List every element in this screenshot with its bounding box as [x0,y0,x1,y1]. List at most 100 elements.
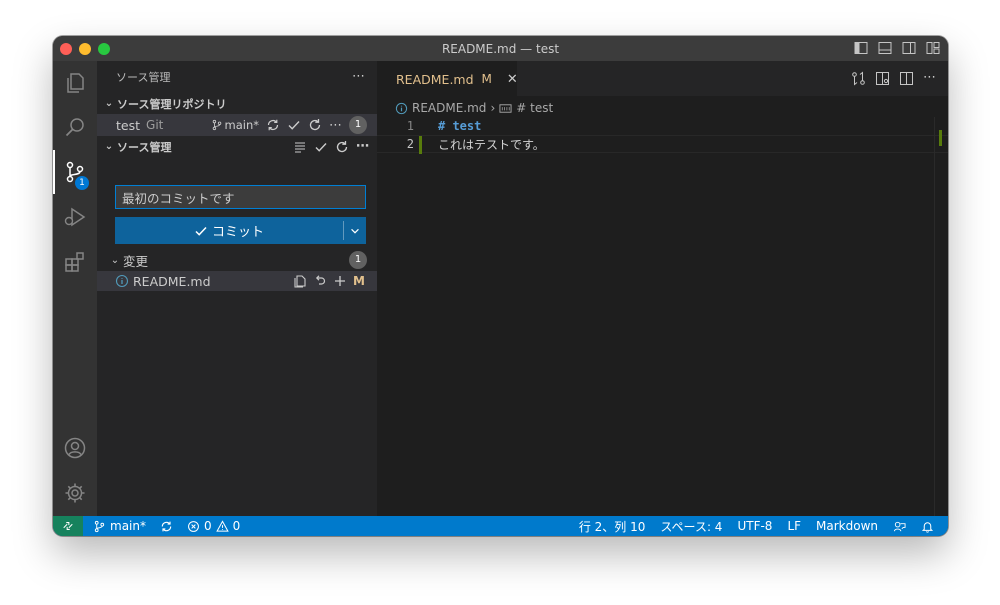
window-title: README.md — test [441,42,560,56]
check-icon [195,226,207,236]
open-file-icon[interactable] [293,274,307,288]
breadcrumb: README.md › # test [395,98,553,118]
view-as-list-icon[interactable] [293,140,307,154]
scm-more-icon[interactable]: ⋯ [356,139,369,154]
activity-bar: 1 [53,61,97,516]
open-preview-icon[interactable] [875,71,890,86]
repository-row[interactable]: test Git main* ⋯ 1 [97,114,377,136]
notifications-button[interactable] [921,520,934,533]
error-icon [188,520,199,532]
toggle-secondary-sidebar-icon[interactable] [902,41,916,55]
chevron-down-icon [351,228,359,234]
search-activity[interactable] [53,105,97,149]
changes-group-label: 変更 [123,253,149,269]
sync-icon[interactable] [266,118,280,132]
status-language[interactable]: Markdown [816,519,878,533]
repository-name: test [116,117,141,133]
refresh-icon[interactable] [335,140,349,154]
status-cursor-position[interactable]: 行 2、列 10 [579,518,646,535]
accounts-activity[interactable] [53,426,97,470]
layout-controls [854,41,940,55]
warning-icon [215,519,229,532]
status-problems[interactable]: 0 0 [187,519,240,533]
remote-indicator[interactable] [53,516,83,536]
status-indentation[interactable]: スペース: 4 [660,518,722,535]
code-editor[interactable]: 1 # test 2 これはテストです。 [377,117,948,154]
vscode-window: README.md — test 1 ソース管理 ⋯ ⌄ ソース管理リポジトリ … [53,36,948,536]
manage-activity[interactable] [53,471,97,515]
discard-changes-icon[interactable] [313,274,327,288]
repository-branch: main* [224,118,259,132]
commit-dropdown-button[interactable] [344,217,366,244]
editor-actions: ⋯ [851,71,936,86]
tab-readme[interactable]: README.md M ✕ [377,61,518,96]
repositories-section-header[interactable]: ⌄ ソース管理リポジトリ [97,93,377,114]
split-editor-icon[interactable] [899,71,914,86]
minimap[interactable] [934,117,948,516]
source-control-sidebar: ソース管理 ⋯ ⌄ ソース管理リポジトリ test Git main* ⋯ 1 [97,61,377,516]
info-file-icon [115,274,129,288]
status-eol[interactable]: LF [787,519,801,533]
repository-more-icon[interactable]: ⋯ [329,118,342,133]
toggle-primary-sidebar-icon[interactable] [854,41,868,55]
commit-button[interactable]: コミット [115,217,366,244]
title-bar: README.md — test [53,36,948,61]
status-branch[interactable]: main* [93,519,146,533]
code-line-current[interactable]: 2 これはテストです。 [377,135,948,154]
status-sync[interactable] [160,520,173,533]
scm-section-title: ソース管理 [117,140,172,154]
refresh-icon[interactable] [308,118,322,132]
extensions-icon [65,252,84,272]
chevron-down-icon: ⌄ [110,254,120,266]
run-debug-activity[interactable] [53,195,97,239]
changes-group-header[interactable]: ⌄ 変更 1 [97,249,377,271]
changed-file-name: README.md [133,273,211,289]
breadcrumb-separator-icon: › [490,101,496,115]
tab-label: README.md [396,71,474,87]
commit-check-icon[interactable] [314,140,328,154]
open-changes-icon[interactable] [851,71,866,86]
added-line-gutter-marker [419,136,422,154]
status-warning-count: 0 [232,519,241,533]
code-line[interactable]: 1 # test [377,117,948,135]
sync-icon [161,521,172,531]
stage-changes-icon[interactable] [333,274,347,288]
branch-button[interactable]: main* [211,118,259,132]
account-icon [64,437,86,459]
symbol-string-icon [499,103,512,113]
editor-area: README.md M ✕ ⋯ README.md › # test 1 # t… [377,61,948,516]
sidebar-more-actions-icon[interactable]: ⋯ [352,69,365,84]
explorer-activity[interactable] [53,61,97,105]
toggle-panel-icon[interactable] [878,41,892,55]
breadcrumb-symbol[interactable]: # test [516,101,553,115]
status-encoding[interactable]: UTF-8 [737,519,772,533]
extensions-activity[interactable] [53,240,97,284]
commit-main-button[interactable]: コミット [115,217,343,244]
info-file-icon [395,102,408,114]
tab-bar: README.md M ✕ ⋯ [377,61,948,96]
feedback-button[interactable] [893,520,906,533]
sidebar-header: ソース管理 ⋯ [97,61,377,93]
bell-icon [921,521,934,533]
changed-file-row[interactable]: README.md M [97,271,377,291]
commit-button-label: コミット [211,225,264,240]
breadcrumb-file[interactable]: README.md [412,101,486,115]
customize-layout-icon[interactable] [926,41,940,55]
repository-actions: main* ⋯ 1 [211,114,367,136]
editor-more-icon[interactable]: ⋯ [923,71,936,86]
commit-message-input[interactable] [115,185,366,209]
scm-section-actions: ⋯ [293,136,369,157]
branch-icon [212,119,221,131]
search-icon [65,118,84,137]
source-control-activity[interactable]: 1 [53,150,97,194]
commit-check-icon[interactable] [287,118,301,132]
scm-section-header[interactable]: ⌄ ソース管理 ⋯ [97,136,377,157]
close-icon[interactable]: ✕ [507,72,518,87]
changes-count: 1 [349,251,367,269]
remote-icon [63,522,73,530]
minimap-change-marker [939,130,942,146]
branch-icon [94,520,105,532]
line-number: 1 [406,119,414,133]
feedback-icon [893,521,906,531]
files-icon [67,73,84,93]
